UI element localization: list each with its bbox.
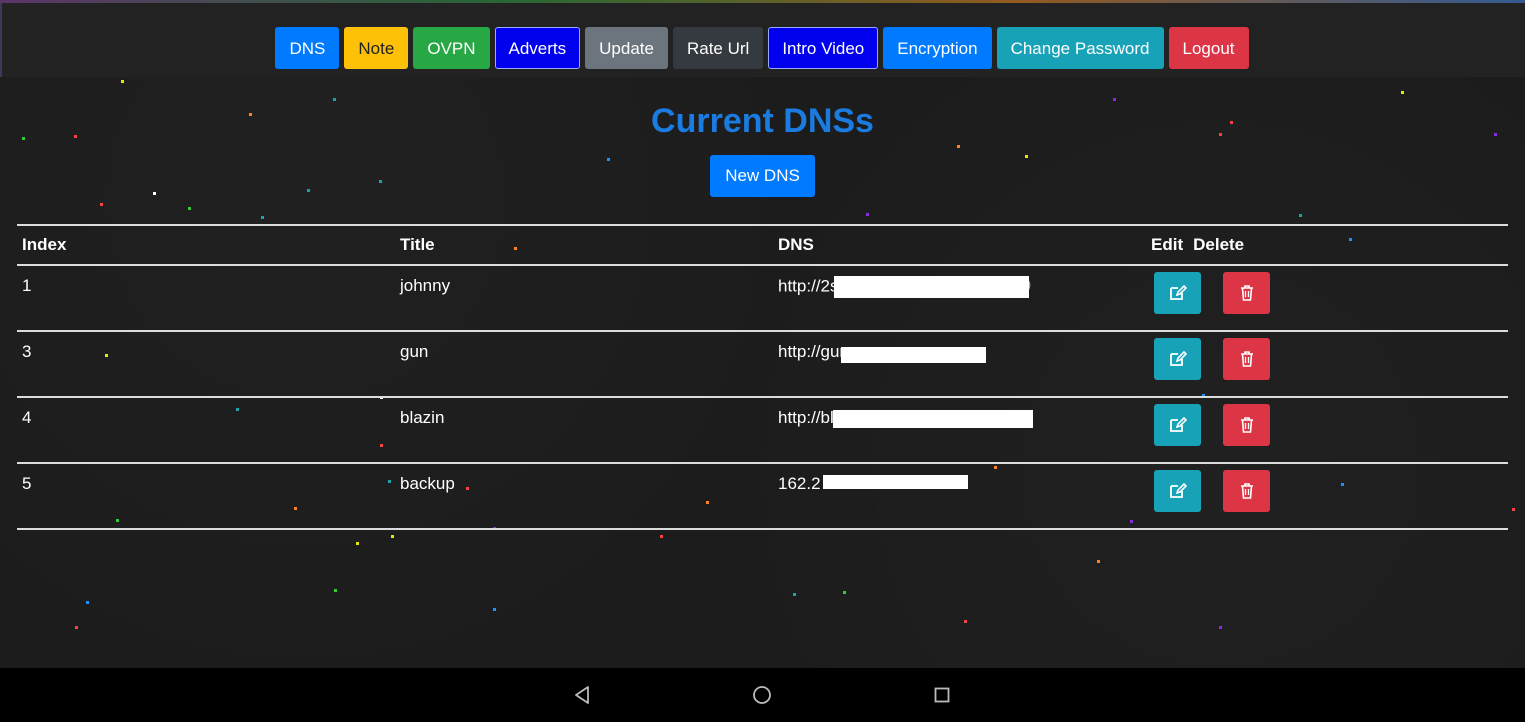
header-edit: Edit bbox=[1151, 235, 1184, 254]
back-button[interactable] bbox=[552, 668, 612, 722]
redaction-bar bbox=[840, 346, 986, 363]
edit-icon bbox=[1169, 285, 1187, 300]
row-actions bbox=[1151, 463, 1508, 530]
row-dns: 162.2 bbox=[773, 463, 1151, 530]
top-nav: DNS Note OVPN Adverts Update Rate Url In… bbox=[0, 3, 1525, 77]
edit-icon bbox=[1169, 417, 1187, 432]
table-row: 3 gun http://gun bbox=[17, 331, 1508, 398]
row-index: 1 bbox=[17, 265, 395, 332]
recents-button[interactable] bbox=[912, 668, 972, 722]
row-actions bbox=[1151, 331, 1508, 398]
dns-text-prefix: http://gun bbox=[778, 342, 849, 361]
trash-icon bbox=[1240, 483, 1253, 499]
page-title: Current DNSs bbox=[651, 102, 874, 140]
header-actions: Edit Delete bbox=[1151, 224, 1508, 266]
nav-intro-video-button[interactable]: Intro Video bbox=[768, 27, 879, 69]
android-system-nav bbox=[0, 668, 1525, 722]
nav-adverts-button[interactable]: Adverts bbox=[494, 27, 581, 69]
nav-change-password-button[interactable]: Change Password bbox=[996, 27, 1164, 69]
table-row: 1 johnny http://2s0 bbox=[17, 265, 1508, 332]
row-title: blazin bbox=[395, 397, 773, 464]
dns-text-prefix: http://2s bbox=[778, 276, 839, 296]
app-screen: DNS Note OVPN Adverts Update Rate Url In… bbox=[0, 0, 1525, 668]
back-icon bbox=[575, 686, 589, 704]
nav-rate-url-button[interactable]: Rate Url bbox=[672, 27, 764, 69]
row-title: gun bbox=[395, 331, 773, 398]
header-delete: Delete bbox=[1193, 235, 1245, 254]
header-dns: DNS bbox=[773, 224, 1151, 266]
trash-icon bbox=[1240, 285, 1253, 301]
nav-encryption-button[interactable]: Encryption bbox=[883, 27, 992, 69]
table-header-row: Index Title DNS Edit Delete bbox=[17, 224, 1508, 266]
dns-text-prefix: 162.2 bbox=[778, 474, 821, 493]
edit-button[interactable] bbox=[1154, 470, 1201, 512]
redaction-bar bbox=[834, 276, 1030, 298]
header-title: Title bbox=[395, 224, 773, 266]
nav-dns-button[interactable]: DNS bbox=[275, 27, 340, 69]
table-row: 5 backup 162.2 bbox=[17, 463, 1508, 530]
header-index: Index bbox=[17, 224, 395, 266]
edit-button[interactable] bbox=[1154, 338, 1201, 380]
row-actions bbox=[1151, 265, 1508, 332]
nav-note-button[interactable]: Note bbox=[344, 27, 409, 69]
edit-button[interactable] bbox=[1154, 272, 1201, 314]
row-dns: http://bla bbox=[773, 397, 1151, 464]
row-title: johnny bbox=[395, 265, 773, 332]
trash-icon bbox=[1240, 417, 1253, 433]
edit-icon bbox=[1169, 483, 1187, 498]
nav-left-edge bbox=[0, 3, 2, 77]
nav-logout-button[interactable]: Logout bbox=[1168, 27, 1249, 69]
home-icon bbox=[753, 686, 771, 704]
nav-update-button[interactable]: Update bbox=[585, 27, 668, 69]
trash-icon bbox=[1240, 351, 1253, 367]
dns-table: Index Title DNS Edit Delete 1 johnny http… bbox=[17, 224, 1508, 530]
row-title: backup bbox=[395, 463, 773, 530]
row-index: 3 bbox=[17, 331, 395, 398]
delete-button[interactable] bbox=[1223, 470, 1270, 512]
edit-button[interactable] bbox=[1154, 404, 1201, 446]
delete-button[interactable] bbox=[1223, 272, 1270, 314]
row-dns: http://gun bbox=[773, 331, 1151, 398]
recents-icon bbox=[934, 687, 950, 703]
nav-ovpn-button[interactable]: OVPN bbox=[413, 27, 490, 69]
edit-icon bbox=[1169, 351, 1187, 366]
table-row: 4 blazin http://bla bbox=[17, 397, 1508, 464]
home-button[interactable] bbox=[732, 668, 792, 722]
delete-button[interactable] bbox=[1223, 404, 1270, 446]
row-actions bbox=[1151, 397, 1508, 464]
row-dns: http://2s0 bbox=[773, 265, 1151, 332]
delete-button[interactable] bbox=[1223, 338, 1270, 380]
redaction-bar bbox=[833, 409, 1034, 428]
redaction-bar bbox=[822, 474, 968, 489]
new-dns-button[interactable]: New DNS bbox=[710, 155, 815, 197]
row-index: 5 bbox=[17, 463, 395, 530]
row-index: 4 bbox=[17, 397, 395, 464]
